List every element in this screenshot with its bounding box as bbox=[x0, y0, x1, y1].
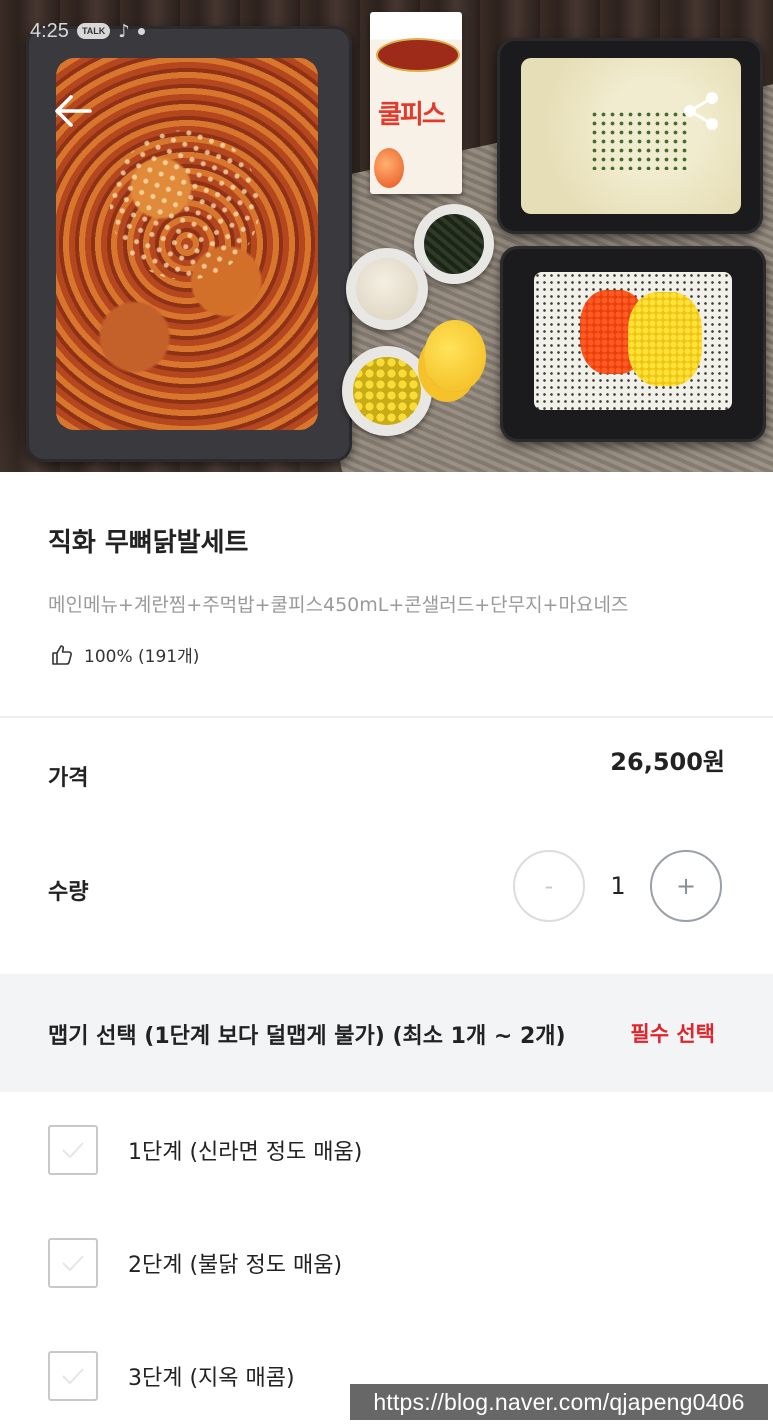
thumbs-up-icon bbox=[52, 644, 72, 665]
status-time: 4:25 bbox=[30, 19, 69, 42]
option-group-title: 맵기 선택 (1단계 보다 덜맵게 불가) (최소 1개 ~ 2개) bbox=[48, 1024, 566, 1049]
product-info: 직화 무뼈닭발세트 메인메뉴+계란찜+주먹밥+쿨피스450mL+콘샐러드+단무지… bbox=[0, 472, 773, 716]
option-label: 2단계 (불닭 정도 매움) bbox=[128, 1253, 343, 1278]
section-divider bbox=[0, 716, 773, 718]
status-dot-icon bbox=[137, 27, 145, 35]
blog-watermark: https://blog.naver.com/qjapeng0406 bbox=[350, 1384, 768, 1420]
back-arrow-icon bbox=[55, 95, 92, 127]
product-hero-image: 쿨피스 4:25 TALK ♪ bbox=[0, 0, 773, 472]
quantity-value: 1 bbox=[610, 872, 626, 900]
option-checkbox[interactable] bbox=[48, 1351, 98, 1401]
option-label: 1단계 (신라면 정도 매움) bbox=[128, 1140, 363, 1165]
check-icon bbox=[62, 1142, 84, 1159]
rating-text: 100% (191개) bbox=[84, 647, 200, 667]
kakaotalk-badge: TALK bbox=[76, 23, 111, 39]
product-title: 직화 무뼈닭발세트 bbox=[48, 528, 249, 558]
carton-logo bbox=[376, 38, 460, 72]
required-badge: 필수 선택 bbox=[630, 1022, 715, 1046]
notification-icon: ♪ bbox=[118, 20, 130, 42]
quantity-label: 수량 bbox=[48, 880, 89, 905]
spice-option-1[interactable]: 1단계 (신라면 정도 매움) bbox=[48, 1125, 362, 1175]
coolpis-carton: 쿨피스 bbox=[370, 12, 462, 194]
status-bar: 4:25 TALK ♪ bbox=[30, 18, 145, 44]
price-value: 26,500원 bbox=[610, 748, 725, 776]
peach-illustration bbox=[374, 148, 404, 188]
back-button[interactable] bbox=[48, 86, 98, 136]
share-icon bbox=[684, 92, 718, 130]
spice-option-2[interactable]: 2단계 (불닭 정도 매움) bbox=[48, 1238, 342, 1288]
quantity-decrease-button[interactable]: - bbox=[513, 850, 585, 922]
pickled-radish bbox=[424, 320, 486, 392]
quantity-increase-button[interactable]: + bbox=[650, 850, 722, 922]
price-label: 가격 bbox=[48, 766, 89, 791]
option-group-header: 맵기 선택 (1단계 보다 덜맵게 불가) (최소 1개 ~ 2개) 필수 선택 bbox=[0, 974, 773, 1092]
yellow-fish-roe bbox=[628, 292, 702, 386]
carton-brand: 쿨피스 bbox=[378, 100, 446, 130]
product-rating: 100% (191개) bbox=[50, 642, 199, 667]
check-icon bbox=[62, 1255, 84, 1272]
check-icon bbox=[62, 1368, 84, 1385]
share-button[interactable] bbox=[676, 86, 726, 136]
corn-salad-cup bbox=[342, 346, 432, 436]
mayonnaise-cup bbox=[346, 248, 428, 330]
product-description: 메인메뉴+계란찜+주먹밥+쿨피스450mL+콘샐러드+단무지+마요네즈 bbox=[48, 594, 629, 616]
option-checkbox[interactable] bbox=[48, 1238, 98, 1288]
option-checkbox[interactable] bbox=[48, 1125, 98, 1175]
herb-garnish bbox=[590, 110, 690, 170]
seaweed-cup bbox=[414, 204, 494, 284]
option-label: 3단계 (지옥 매콤) bbox=[128, 1366, 295, 1391]
spice-option-3[interactable]: 3단계 (지옥 매콤) bbox=[48, 1351, 295, 1401]
